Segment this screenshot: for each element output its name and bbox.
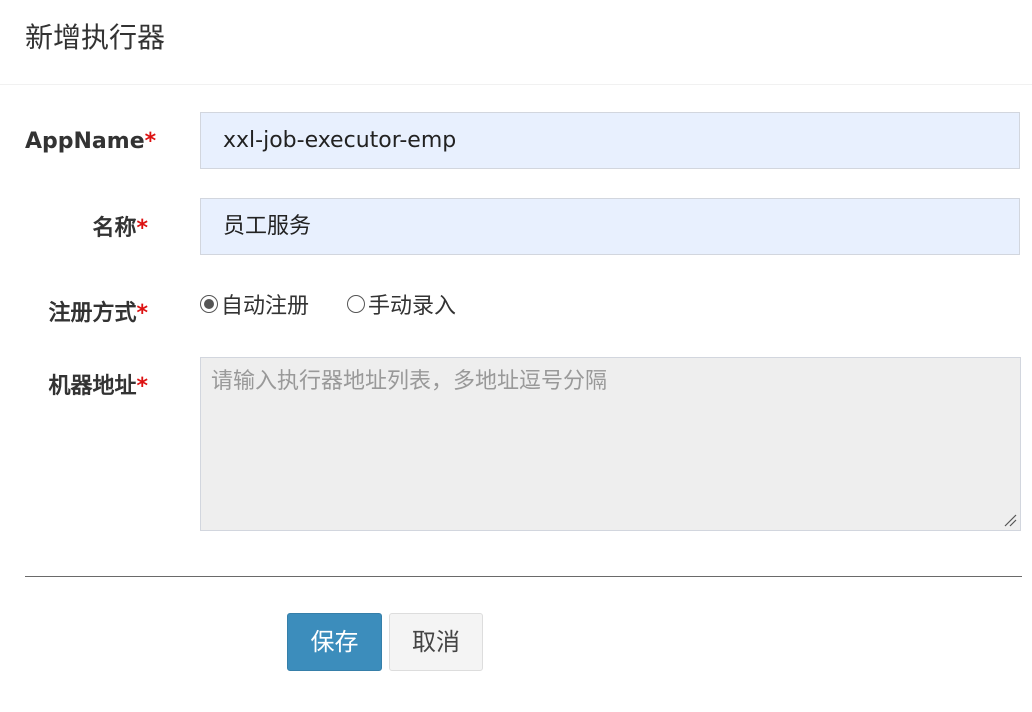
add-executor-modal: 新增执行器 AppName* xxl-job-executor-emp 名称* … [0,0,1032,712]
required-mark: * [144,129,157,154]
radio-checked-icon[interactable] [200,295,218,313]
title-label: 名称* [0,214,148,244]
cancel-button[interactable]: 取消 [389,613,483,671]
radio-manual-entry[interactable]: 手动录入 [347,288,456,320]
address-list-placeholder: 请输入执行器地址列表，多地址逗号分隔 [211,369,608,394]
title-label-text: 名称 [92,216,137,241]
required-mark: * [136,374,148,399]
title-input[interactable]: 员工服务 [200,198,1020,255]
appname-label: AppName* [25,127,156,157]
modal-header: 新增执行器 [0,0,1032,85]
modal-title: 新增执行器 [25,21,166,54]
address-list-label-text: 机器地址 [48,374,137,399]
resize-handle-icon[interactable] [1003,513,1017,527]
save-button[interactable]: 保存 [287,613,382,671]
address-type-label: 注册方式* [0,299,148,329]
address-type-label-text: 注册方式 [48,301,137,326]
form-divider [25,576,1022,577]
address-list-textarea[interactable]: 请输入执行器地址列表，多地址逗号分隔 [200,357,1021,531]
address-type-radio-group: 自动注册 手动录入 [200,288,494,320]
radio-manual-entry-label: 手动录入 [368,294,457,319]
required-mark: * [136,216,148,241]
required-mark: * [136,301,148,326]
appname-label-text: AppName [25,129,145,154]
radio-auto-register[interactable]: 自动注册 [200,288,309,320]
radio-auto-register-label: 自动注册 [221,294,310,319]
radio-unchecked-icon[interactable] [347,295,366,313]
appname-input[interactable]: xxl-job-executor-emp [200,112,1020,169]
address-list-label: 机器地址* [0,372,148,402]
